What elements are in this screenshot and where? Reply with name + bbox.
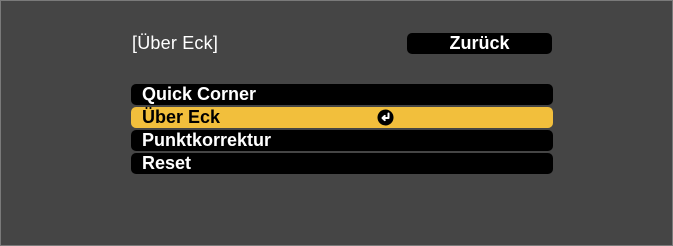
back-button[interactable]: Zurück: [407, 33, 552, 54]
keystone-menu: Quick Corner Über Eck Punktkorrektur Res…: [131, 84, 553, 176]
menu-item-label: Punktkorrektur: [142, 130, 272, 150]
menu-item-label: Quick Corner: [142, 84, 257, 104]
menu-item-uber-eck[interactable]: Über Eck: [131, 107, 553, 128]
menu-item-quick-corner[interactable]: Quick Corner: [131, 84, 553, 105]
screen-title: [Über Eck]: [132, 33, 219, 53]
projector-osd-panel: [Über Eck] Zurück Quick Corner Über Eck …: [0, 0, 673, 246]
menu-item-punktkorrektur[interactable]: Punktkorrektur: [131, 130, 553, 151]
menu-item-label: Reset: [142, 153, 192, 173]
menu-item-label: Über Eck: [142, 107, 221, 127]
menu-item-reset[interactable]: Reset: [131, 153, 553, 174]
enter-icon: [377, 109, 394, 126]
